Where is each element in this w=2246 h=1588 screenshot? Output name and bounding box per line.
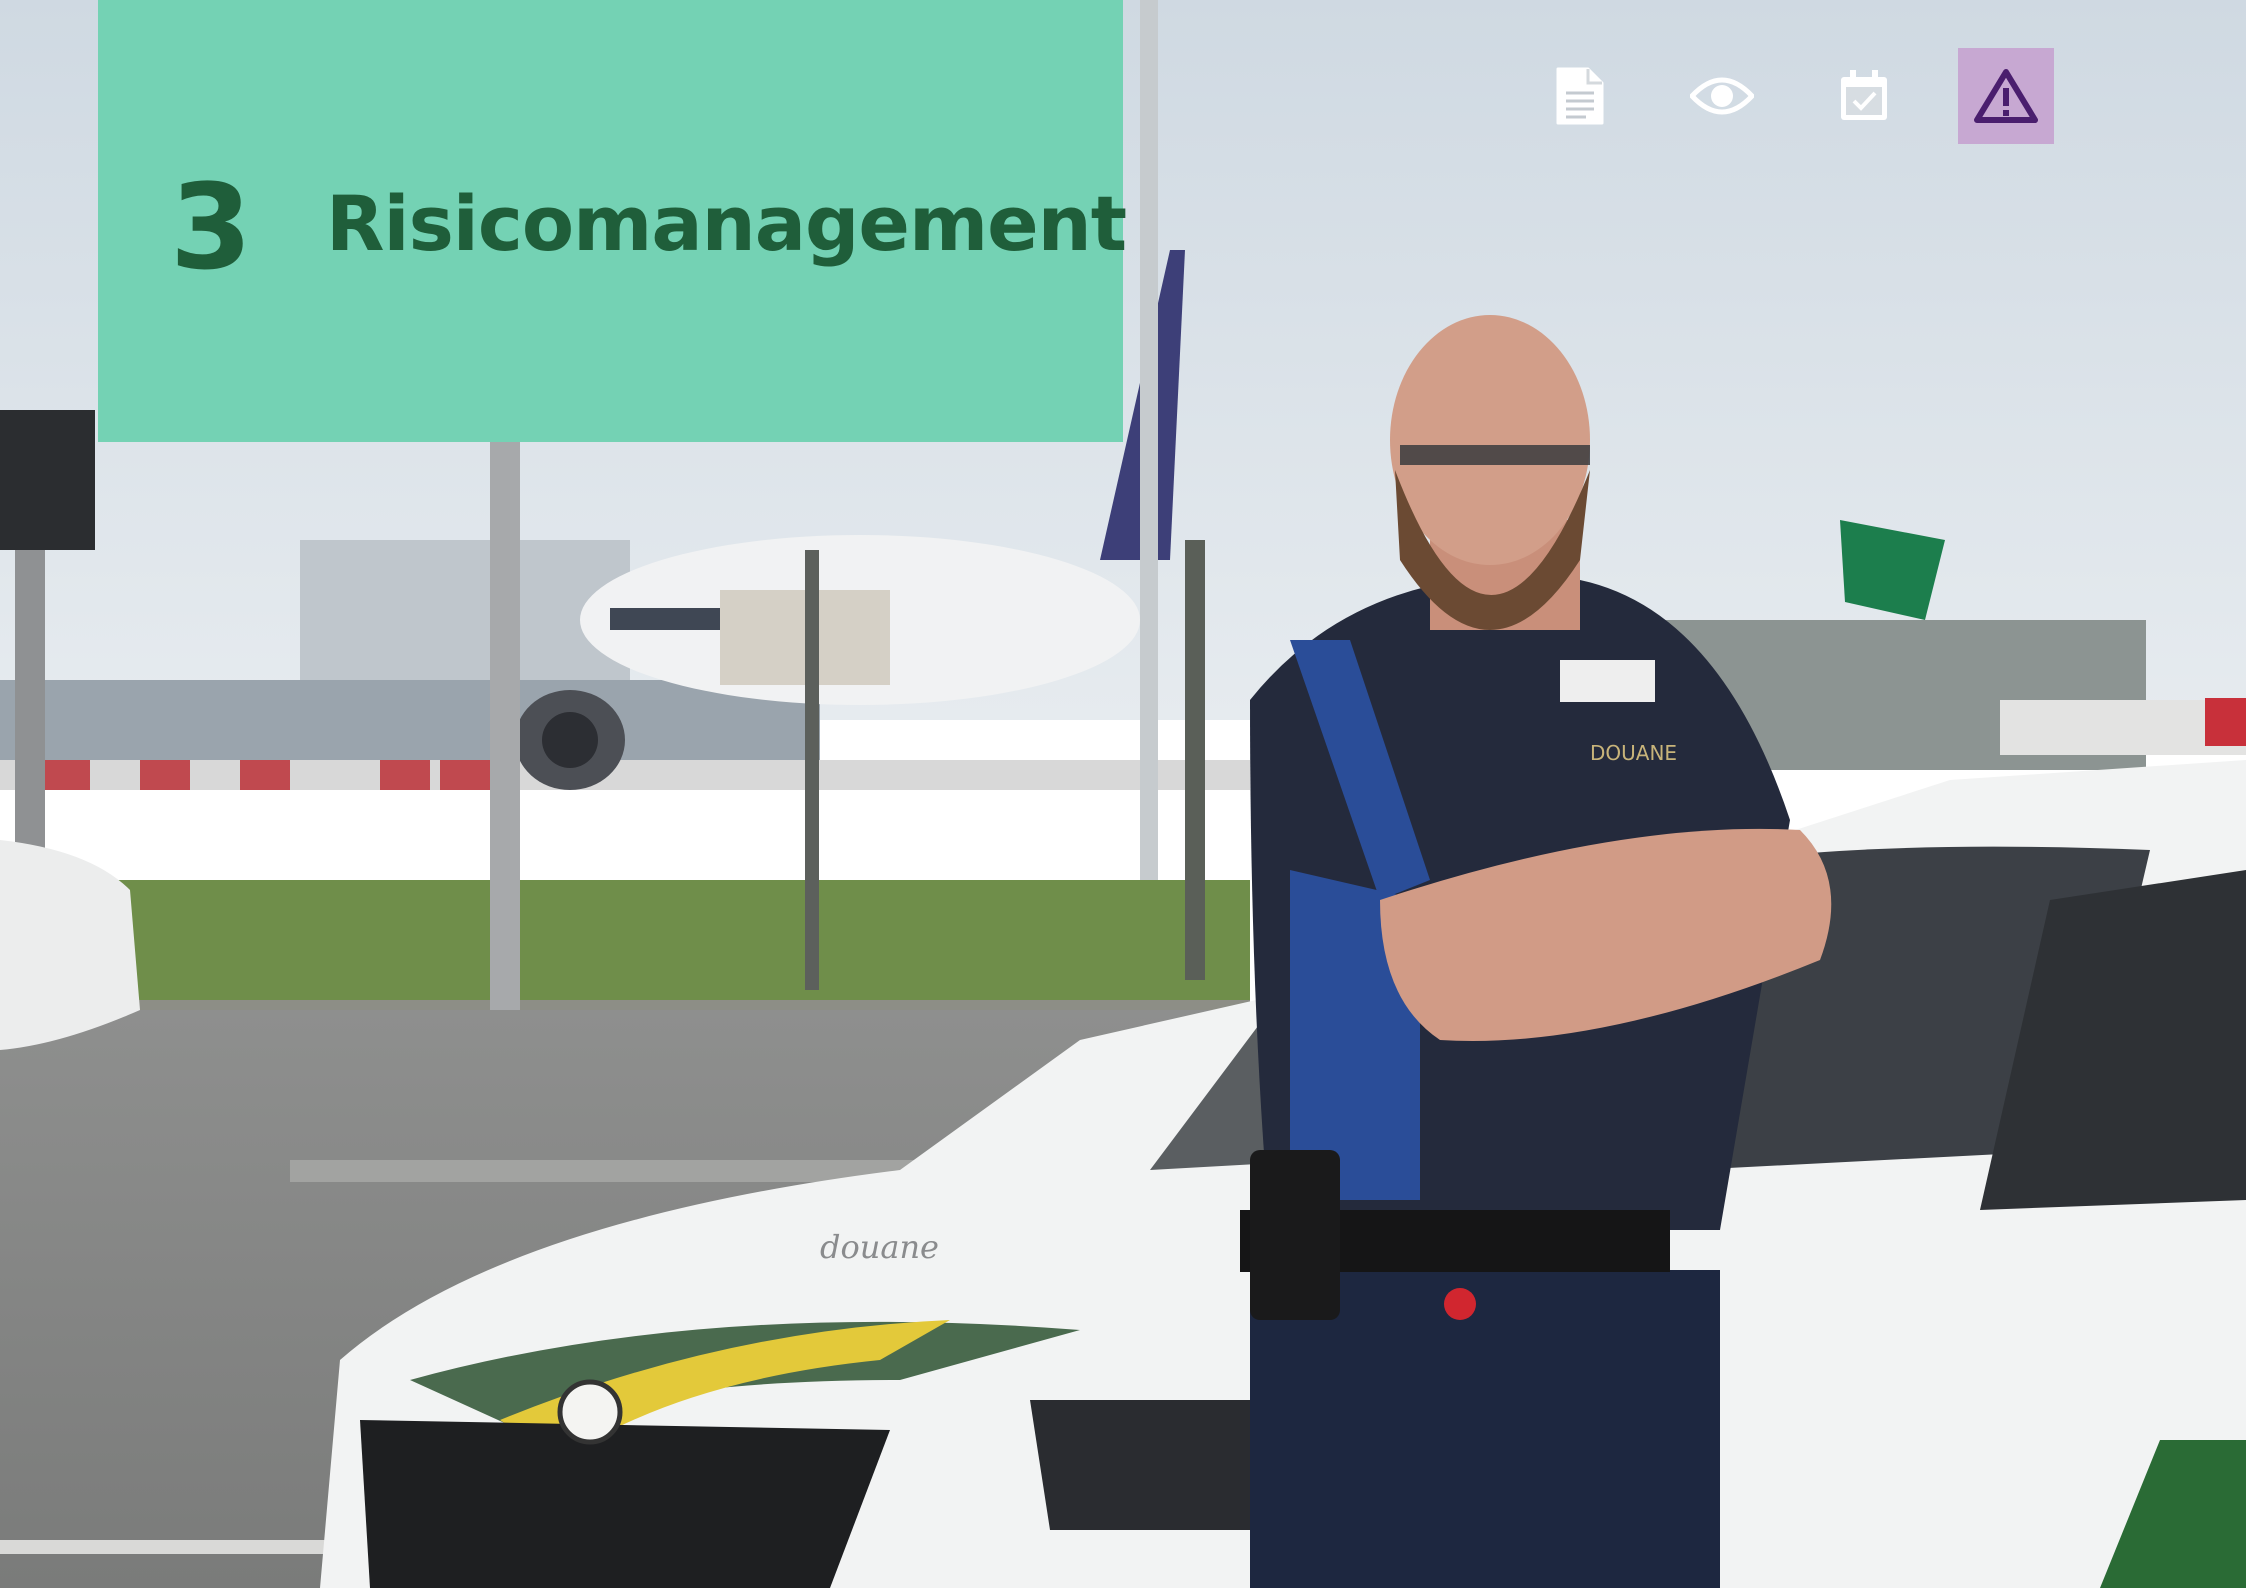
nav-item-eye[interactable] (1674, 48, 1770, 144)
chapter-number: 3 (170, 158, 253, 296)
warning-icon (1974, 69, 2038, 123)
section-nav (1532, 48, 2054, 144)
uniform-badge-text: DOUANE (1590, 741, 1677, 765)
chapter-title: Risicomanagement (326, 179, 1127, 268)
chapter-title-block: 3 Risicomanagement (98, 0, 1127, 442)
page: DOUANE douane 3 Risicomanagement (0, 0, 2246, 1588)
nav-item-document[interactable] (1532, 48, 1628, 144)
nav-item-calendar[interactable] (1816, 48, 1912, 144)
nav-item-warning[interactable] (1958, 48, 2054, 144)
document-icon (1556, 67, 1604, 125)
calendar-check-icon (1841, 70, 1887, 120)
vehicle-lettering: douane (820, 1228, 939, 1266)
eye-icon (1690, 77, 1754, 115)
